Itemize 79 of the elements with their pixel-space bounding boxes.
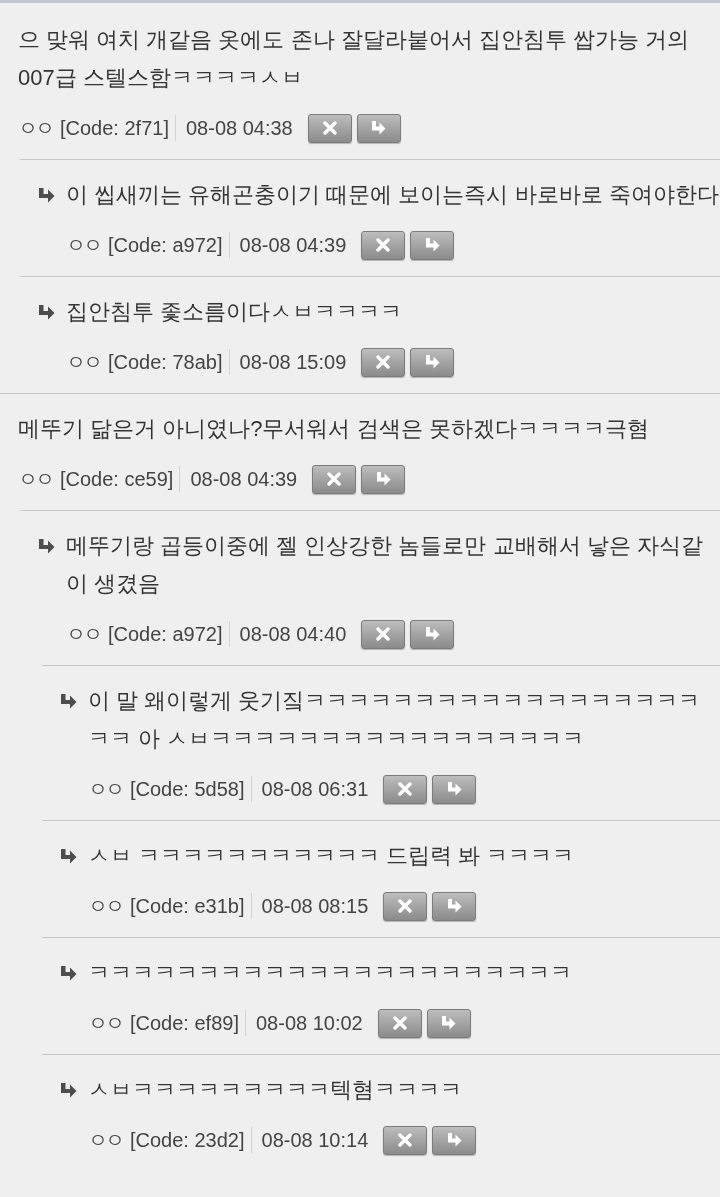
reply-button[interactable] <box>361 464 406 494</box>
comment-text: ㅅㅂ ㅋㅋㅋㅋㅋㅋㅋㅋㅋㅋㅋ 드립력 봐 ㅋㅋㅋㅋ <box>88 842 576 870</box>
close-icon <box>376 238 391 252</box>
close-icon <box>398 1133 413 1147</box>
delete-button[interactable] <box>383 774 428 804</box>
reply-arrow-icon <box>60 693 77 709</box>
timestamp: 08-08 04:38 <box>185 116 293 141</box>
reply-arrow-icon <box>60 848 77 864</box>
delete-button[interactable] <box>307 113 352 143</box>
comment-text: ㅅㅂㅋㅋㅋㅋㅋㅋㅋㅋㅋ텍혐ㅋㅋㅋㅋ <box>88 1076 463 1104</box>
close-icon <box>392 1016 407 1030</box>
comment-text: 으 맞워 여치 개같음 옷에도 존나 잘달라붙어서 집안침투 쌉가능 거의 007급 스텔스함ㅋㅋㅋㅋㅅㅂ <box>18 26 690 92</box>
close-icon <box>398 899 413 913</box>
comment-text: ㅋㅋㅋㅋㅋㅋㅋㅋㅋㅋㅋㅋㅋㅋㅋㅋㅋㅋㅋㅋㅋㅋ <box>88 959 573 987</box>
timestamp: 08-08 04:40 <box>239 622 347 647</box>
delete-button[interactable] <box>383 1125 428 1155</box>
code-label: [Code: a972] <box>108 233 223 258</box>
arrow-icon <box>371 121 387 135</box>
timestamp: 08-08 10:02 <box>255 1011 363 1036</box>
code-label: [Code: ef89] <box>130 1011 239 1036</box>
delete-button[interactable] <box>312 464 357 494</box>
reply-button[interactable] <box>432 774 477 804</box>
comment-text: 이 말 왜이렇게 웃기짘ㅋㅋㅋㅋㅋㅋㅋㅋㅋㅋㅋㅋㅋㅋㅋㅋㅋㅋㅋㅋ 아 ㅅㅂㅋㅋㅋㅋㅋㅋㅋㅋㅋㅋㅋㅋㅋㅋㅋㅋㅋ <box>88 687 702 753</box>
close-icon <box>322 121 337 135</box>
delete-button[interactable] <box>377 1008 422 1038</box>
timestamp: 08-08 08:15 <box>261 894 369 919</box>
timestamp: 08-08 06:31 <box>261 777 369 802</box>
code-label: [Code: 78ab] <box>108 350 223 375</box>
arrow-icon <box>424 627 440 641</box>
delete-button[interactable] <box>361 347 406 377</box>
code-label: [Code: ce59] <box>60 467 174 492</box>
timestamp: 08-08 04:39 <box>239 233 347 258</box>
reply-button[interactable] <box>356 113 401 143</box>
author-name: ㅇㅇ <box>88 1128 122 1153</box>
author-name: ㅇㅇ <box>88 1011 122 1036</box>
close-icon <box>376 355 391 369</box>
arrow-icon <box>446 899 462 913</box>
reply-arrow-icon <box>38 538 55 554</box>
comment-text: 집안침투 좇소름이다ㅅㅂㅋㅋㅋㅋ <box>66 298 404 326</box>
comment-text: 이 씹새끼는 유해곤충이기 때문에 보이는즉시 바로바로 죽여야한다 <box>66 181 720 209</box>
arrow-icon <box>446 782 462 796</box>
reply-arrow-icon <box>38 187 55 203</box>
author-name: ㅇㅇ <box>66 233 100 258</box>
author-name: ㅇㅇ <box>88 894 122 919</box>
code-label: [Code: e31b] <box>130 894 245 919</box>
arrow-icon <box>424 355 440 369</box>
reply-arrow-icon <box>38 304 55 320</box>
reply-button[interactable] <box>410 347 455 377</box>
reply-button[interactable] <box>410 230 455 260</box>
code-label: [Code: 23d2] <box>130 1128 245 1153</box>
close-icon <box>327 472 342 486</box>
arrow-icon <box>375 472 391 486</box>
close-icon <box>398 782 413 796</box>
arrow-icon <box>424 238 440 252</box>
comment-text: 메뚜기 닮은거 아니였나?무서워서 검색은 못하겠다ㅋㅋㅋㅋ극혐 <box>18 415 650 443</box>
delete-button[interactable] <box>361 230 406 260</box>
close-icon <box>376 627 391 641</box>
author-name: ㅇㅇ <box>18 116 52 141</box>
code-label: [Code: 5d58] <box>130 777 245 802</box>
author-name: ㅇㅇ <box>18 467 52 492</box>
timestamp: 08-08 10:14 <box>261 1128 369 1153</box>
comment-text: 메뚜기랑 곱등이중에 젤 인상강한 놈들로만 교배해서 낳은 자식같이 생겼음 <box>66 532 704 598</box>
author-name: ㅇㅇ <box>66 350 100 375</box>
reply-arrow-icon <box>60 1082 77 1098</box>
delete-button[interactable] <box>361 619 406 649</box>
reply-button[interactable] <box>426 1008 471 1038</box>
reply-button[interactable] <box>410 619 455 649</box>
code-label: [Code: a972] <box>108 622 223 647</box>
reply-button[interactable] <box>432 1125 477 1155</box>
timestamp: 08-08 04:39 <box>190 467 298 492</box>
delete-button[interactable] <box>383 891 428 921</box>
reply-arrow-icon <box>60 965 77 981</box>
code-label: [Code: 2f71] <box>60 116 169 141</box>
author-name: ㅇㅇ <box>66 622 100 647</box>
arrow-icon <box>441 1016 457 1030</box>
arrow-icon <box>446 1133 462 1147</box>
reply-button[interactable] <box>432 891 477 921</box>
timestamp: 08-08 15:09 <box>239 350 347 375</box>
author-name: ㅇㅇ <box>88 777 122 802</box>
